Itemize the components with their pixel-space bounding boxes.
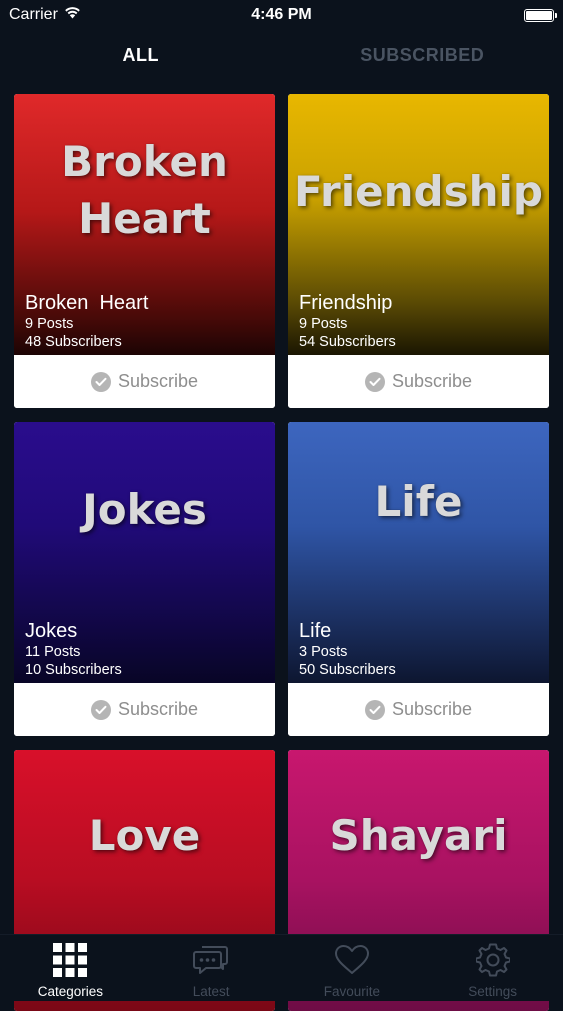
- tab-label: Settings: [468, 984, 517, 999]
- category-banner-text: Heart: [14, 191, 275, 247]
- subscribe-button[interactable]: Subscribe: [14, 355, 275, 408]
- status-bar: Carrier: [0, 0, 563, 30]
- category-name: Jokes: [25, 619, 267, 643]
- category-name: Broken Heart: [25, 291, 267, 315]
- subscribe-button[interactable]: Subscribe: [14, 683, 275, 736]
- category-card-jokes[interactable]: Jokes Jokes 11 Posts 10 Subscribers Subs…: [14, 422, 275, 736]
- tab-label: Latest: [193, 984, 230, 999]
- category-image[interactable]: Life Life 3 Posts 50 Subscribers: [288, 422, 549, 683]
- subscribe-label: Subscribe: [118, 371, 198, 392]
- category-image[interactable]: Broken Heart Broken Heart 9 Posts 48 Sub…: [14, 94, 275, 355]
- category-subscribers: 50 Subscribers: [299, 661, 541, 679]
- category-banner-text: Friendship: [288, 164, 549, 220]
- status-left: Carrier: [9, 6, 81, 24]
- category-info: Life 3 Posts 50 Subscribers: [299, 619, 541, 679]
- category-image[interactable]: Friendship Friendship 9 Posts 54 Subscri…: [288, 94, 549, 355]
- battery-icon: [524, 9, 554, 22]
- category-subscribers: 48 Subscribers: [25, 333, 267, 351]
- wifi-icon: [64, 6, 81, 24]
- check-circle-icon: [365, 700, 385, 720]
- category-posts: 11 Posts: [25, 643, 267, 661]
- grid-icon: [53, 941, 87, 979]
- tab-label: Categories: [38, 984, 103, 999]
- category-subscribers: 54 Subscribers: [299, 333, 541, 351]
- category-card-friendship[interactable]: Friendship Friendship 9 Posts 54 Subscri…: [288, 94, 549, 408]
- carrier-label: Carrier: [9, 6, 58, 24]
- tab-latest[interactable]: Latest: [141, 935, 282, 1001]
- category-banner-text: Love: [14, 808, 275, 864]
- subscribe-label: Subscribe: [392, 699, 472, 720]
- subscribe-label: Subscribe: [118, 699, 198, 720]
- tab-all[interactable]: ALL: [0, 30, 282, 80]
- check-circle-icon: [91, 700, 111, 720]
- subscribe-button[interactable]: Subscribe: [288, 355, 549, 408]
- category-banner-text: Broken: [14, 134, 275, 190]
- category-image[interactable]: Jokes Jokes 11 Posts 10 Subscribers: [14, 422, 275, 683]
- category-posts: 9 Posts: [299, 315, 541, 333]
- heart-icon: [334, 941, 370, 979]
- bottom-tab-bar: Categories Latest Favourite: [0, 934, 563, 1001]
- category-posts: 3 Posts: [299, 643, 541, 661]
- category-info: Jokes 11 Posts 10 Subscribers: [25, 619, 267, 679]
- tab-subscribed[interactable]: SUBSCRIBED: [282, 30, 563, 80]
- subscribe-label: Subscribe: [392, 371, 472, 392]
- check-circle-icon: [365, 372, 385, 392]
- category-banner-text: Jokes: [14, 482, 275, 538]
- chat-icon: [193, 941, 229, 979]
- category-card-broken-heart[interactable]: Broken Heart Broken Heart 9 Posts 48 Sub…: [14, 94, 275, 408]
- category-banner-text: Life: [288, 474, 549, 530]
- category-card-life[interactable]: Life Life 3 Posts 50 Subscribers Subscri…: [288, 422, 549, 736]
- tab-settings[interactable]: Settings: [422, 935, 563, 1001]
- subscribe-button[interactable]: Subscribe: [288, 683, 549, 736]
- category-banner-text: Shayari: [288, 808, 549, 864]
- gear-icon: [476, 941, 510, 979]
- category-subscribers: 10 Subscribers: [25, 661, 267, 679]
- tab-favourite[interactable]: Favourite: [282, 935, 423, 1001]
- top-tabs: ALL SUBSCRIBED: [0, 30, 563, 80]
- category-name: Life: [299, 619, 541, 643]
- tab-categories[interactable]: Categories: [0, 935, 141, 1001]
- category-info: Broken Heart 9 Posts 48 Subscribers: [25, 291, 267, 351]
- category-name: Friendship: [299, 291, 541, 315]
- category-info: Friendship 9 Posts 54 Subscribers: [299, 291, 541, 351]
- category-posts: 9 Posts: [25, 315, 267, 333]
- tab-label: Favourite: [324, 984, 380, 999]
- check-circle-icon: [91, 372, 111, 392]
- category-grid: Broken Heart Broken Heart 9 Posts 48 Sub…: [14, 94, 549, 1011]
